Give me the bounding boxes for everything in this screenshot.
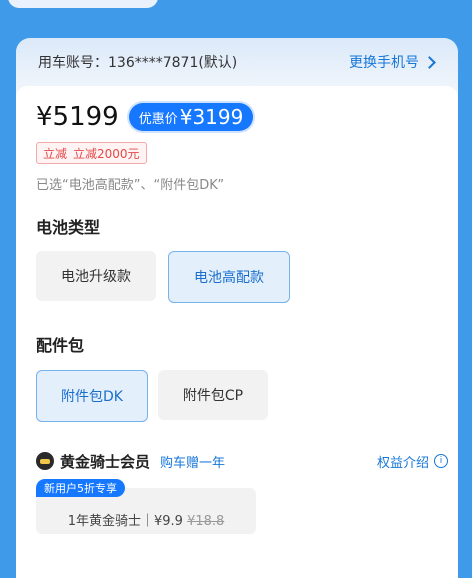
reduction-tag-label: 立减	[43, 146, 68, 161]
discount-label: 优惠价	[138, 111, 178, 127]
membership-item-name: 1年黄金骑士｜¥9.9	[67, 514, 183, 529]
accessory-option-cp[interactable]: 附件包CP	[158, 370, 268, 420]
membership-price: 1年黄金骑士｜¥9.9 ¥18.8	[36, 510, 256, 529]
original-price: ¥5199	[36, 102, 119, 132]
info-icon: i	[434, 454, 448, 468]
benefit-intro-label: 权益介绍	[376, 455, 429, 471]
battery-section-title: 电池类型	[36, 218, 101, 237]
discount-price-badge: 优惠价 ¥3199	[128, 103, 254, 131]
change-phone-label: 更换手机号	[349, 55, 419, 71]
membership-old-price: ¥18.8	[187, 514, 225, 529]
reduction-text: 立减2000元	[73, 146, 140, 161]
benefit-intro-link[interactable]: 权益介绍 i	[377, 452, 448, 471]
accessory-section-title: 配件包	[36, 336, 85, 355]
order-card: 用车账号：136****7871(默认) 更换手机号 ¥5199 优惠价 ¥31…	[16, 38, 458, 578]
membership-subtitle: 购车赠一年	[160, 455, 226, 471]
discount-value: ¥3199	[179, 105, 244, 129]
membership-title: 黄金骑士会员	[60, 452, 151, 471]
account-label: 用车账号：136****7871(默认)	[38, 55, 238, 71]
account-row: 用车账号：136****7871(默认) 更换手机号	[38, 50, 436, 74]
change-phone-link[interactable]: 更换手机号	[349, 52, 436, 72]
price-row: ¥5199 优惠价 ¥3199	[36, 102, 254, 132]
config-panel: ¥5199 优惠价 ¥3199 立减 立减2000元 已选“电池高配款”、“附件…	[16, 86, 458, 578]
chevron-right-icon	[423, 55, 436, 69]
accessory-option-dk[interactable]: 附件包DK	[36, 370, 148, 422]
reduction-tag: 立减 立减2000元	[36, 142, 147, 164]
membership-row: 黄金骑士会员 购车赠一年 权益介绍 i	[36, 448, 448, 474]
battery-option-high[interactable]: 电池高配款	[168, 251, 290, 303]
battery-option-upgrade[interactable]: 电池升级款	[36, 251, 156, 301]
helmet-icon	[36, 452, 54, 470]
top-tab-pill	[8, 0, 158, 8]
new-user-badge: 新用户5折专享	[36, 479, 125, 497]
selected-summary: 已选“电池高配款”、“附件包DK”	[36, 178, 225, 193]
